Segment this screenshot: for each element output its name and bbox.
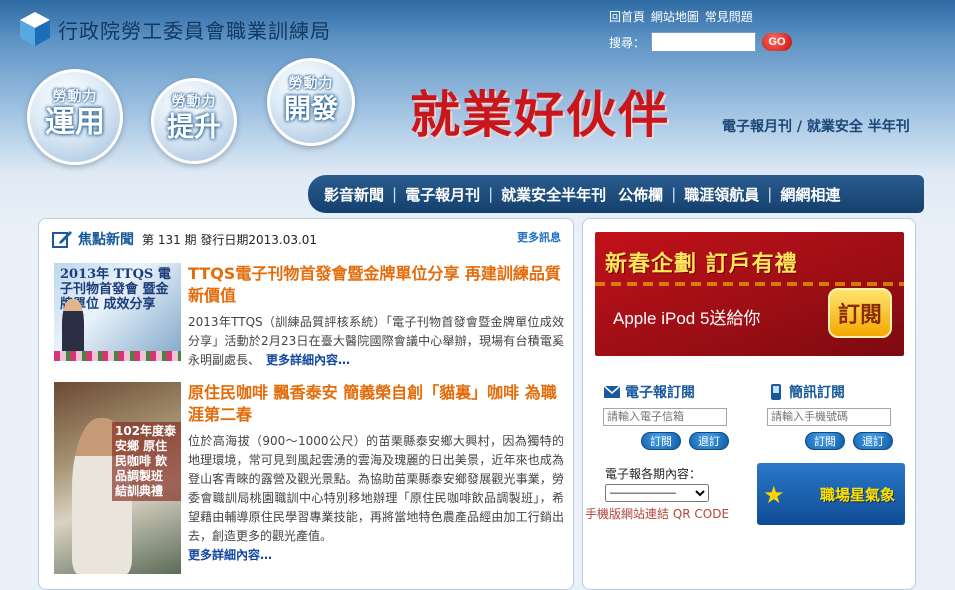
home-link[interactable]: 回首頁 <box>609 10 645 24</box>
phone-field[interactable] <box>767 408 891 426</box>
sms-title: 簡訊訂閱 <box>789 385 845 401</box>
article-text: 位於高海拔（900～1000公尺）的苗栗縣泰安鄉大興村，因為獨特的地理環境，常可… <box>188 432 564 565</box>
focus-news-panel: 焦點新聞 第 131 期 發行日期2013.03.01 更多訊息 2013年 T… <box>38 218 574 590</box>
bubble-big-label: 提升 <box>167 112 221 143</box>
thumbnail-caption: 102年度泰安鄉 原住民咖啡 飲品調製班 結訓典禮 <box>112 422 181 501</box>
article-title[interactable]: TTQS電子刊物首發會暨金牌單位分享 再建訓練品質新價值 <box>188 263 564 307</box>
article-thumbnail[interactable]: 2013年 TTQS 電子刊物首發會 暨金牌單位 成效分享 <box>54 263 181 361</box>
newsletter-unsubscribe-button[interactable]: 退訂 <box>689 432 729 450</box>
issues-selector: 電子報各期內容： —————— <box>605 465 709 502</box>
email-field[interactable] <box>603 408 727 426</box>
agency-logo[interactable]: 行政院勞工委員會職業訓練局 <box>18 10 331 48</box>
top-links: 回首頁 網站地圖 常見問題 <box>609 8 755 25</box>
newsletter-buttons: 訂閱 退訂 <box>603 432 729 450</box>
cube-logo-icon <box>20 12 50 46</box>
nav-separator: | <box>671 185 677 203</box>
newsletter-subscription: 電子報訂閱 訂閱 退訂 <box>603 382 729 450</box>
bubble-big-label: 運用 <box>45 105 105 140</box>
nav-separator: | <box>392 185 398 203</box>
nav-employment-security[interactable]: 就業安全半年刊 <box>499 184 608 205</box>
issues-dropdown[interactable]: —————— <box>605 484 709 502</box>
more-details-link[interactable]: 更多詳細內容… <box>266 353 350 367</box>
page-subtitle: 電子報月刊 / 就業安全 半年刊 <box>722 119 910 135</box>
nav-web-links[interactable]: 網網相連 <box>778 184 842 205</box>
newsletter-title: 電子報訂閱 <box>625 385 695 401</box>
nav-separator: | <box>488 185 494 203</box>
mobile-phone-icon <box>771 384 781 400</box>
search-label: 搜尋： <box>609 35 646 50</box>
bubble-small-label: 勞動力 <box>171 94 217 110</box>
promo-text: Apple iPod 5送給你 <box>613 309 761 328</box>
bubble-small-label: 勞動力 <box>52 89 98 105</box>
search-bar: 搜尋： GO <box>609 32 793 52</box>
main-nav: 影音新聞 | 電子報月刊 | 就業安全半年刊 公佈欄 | 職涯領航員 | 網網相… <box>308 175 924 213</box>
issues-label: 電子報各期內容： <box>605 467 702 481</box>
article-thumbnail[interactable]: 102年度泰安鄉 原住民咖啡 飲品調製班 結訓典禮 <box>54 382 181 574</box>
sms-subscription: 簡訊訂閱 訂閱 退訂 <box>767 382 893 450</box>
nav-video-news[interactable]: 影音新聞 <box>322 184 386 205</box>
promo-subscribe-button[interactable]: 訂閱 <box>828 288 892 338</box>
article-body: 原住民咖啡 飄香泰安 簡義榮自創「貓裏」咖啡 為職涯第二春 位於高海拔（900～… <box>188 382 564 565</box>
issue-info: 第 131 期 發行日期2013.03.01 <box>142 232 318 247</box>
bubble-small-label: 勞動力 <box>288 76 334 92</box>
star-banner-label: 職場星氣象 <box>819 485 895 504</box>
nav-monthly-newsletter[interactable]: 電子報月刊 <box>403 184 482 205</box>
news-section-title: 焦點新聞 <box>78 232 134 248</box>
promo-title: 新春企劃 訂戶有禮 <box>605 252 798 277</box>
bubble-big-label: 開發 <box>284 94 338 125</box>
article-text: 2013年TTQS（訓練品質評核系統）「電子刊物首發會暨金牌單位成效分享」活動於… <box>188 313 564 370</box>
promo-banner[interactable]: 新春企劃 訂戶有禮 Apple iPod 5送給你 訂閱 <box>595 232 904 356</box>
sms-unsubscribe-button[interactable]: 退訂 <box>853 432 893 450</box>
subscription-panel: 新春企劃 訂戶有禮 Apple iPod 5送給你 訂閱 電子報訂閱 訂閱 退訂… <box>582 218 916 590</box>
sms-subscribe-button[interactable]: 訂閱 <box>805 432 845 450</box>
edit-note-icon <box>52 231 72 248</box>
bubble-labor-enhancement[interactable]: 勞動力 提升 <box>151 78 237 164</box>
more-news-link[interactable]: 更多訊息 <box>517 229 561 245</box>
nav-career-navigator[interactable]: 職涯領航員 <box>682 184 761 205</box>
star-icon: ★ <box>763 481 785 509</box>
sms-buttons: 訂閱 退訂 <box>767 432 893 450</box>
sms-header: 簡訊訂閱 <box>767 382 893 402</box>
bubble-labor-development[interactable]: 勞動力 開發 <box>267 58 355 146</box>
newsletter-subscribe-button[interactable]: 訂閱 <box>641 432 681 450</box>
promo-stripe <box>595 282 904 286</box>
agency-name: 行政院勞工委員會職業訓練局 <box>58 18 331 43</box>
article-body: TTQS電子刊物首發會暨金牌單位分享 再建訓練品質新價值 2013年TTQS（訓… <box>188 263 564 370</box>
envelope-icon <box>603 385 621 398</box>
go-button[interactable]: GO <box>762 33 793 51</box>
flower-decoration <box>54 351 181 361</box>
search-input[interactable] <box>651 32 757 52</box>
faq-link[interactable]: 常見問題 <box>705 10 753 24</box>
mobile-qr-link[interactable]: 手機版網站連結 QR CODE <box>585 505 729 522</box>
more-details-link[interactable]: 更多詳細內容… <box>188 548 272 562</box>
career-star-banner[interactable]: ★ 職場星氣象 <box>757 463 905 525</box>
article-summary: 位於高海拔（900～1000公尺）的苗栗縣泰安鄉大興村，因為獨特的地理環境，常可… <box>188 434 564 543</box>
nav-separator: | <box>767 185 773 203</box>
bubble-labor-utilization[interactable]: 勞動力 運用 <box>27 69 123 165</box>
article-summary: 2013年TTQS（訓練品質評核系統）「電子刊物首發會暨金牌單位成效分享」活動於… <box>188 315 564 367</box>
sitemap-link[interactable]: 網站地圖 <box>651 10 699 24</box>
nav-bulletin[interactable]: 公佈欄 <box>616 184 665 205</box>
page-headline: 就業好伙伴 <box>410 85 670 144</box>
article-title[interactable]: 原住民咖啡 飄香泰安 簡義榮自創「貓裏」咖啡 為職涯第二春 <box>188 382 564 426</box>
newsletter-header: 電子報訂閱 <box>603 382 729 402</box>
news-header: 焦點新聞 第 131 期 發行日期2013.03.01 <box>51 229 317 249</box>
